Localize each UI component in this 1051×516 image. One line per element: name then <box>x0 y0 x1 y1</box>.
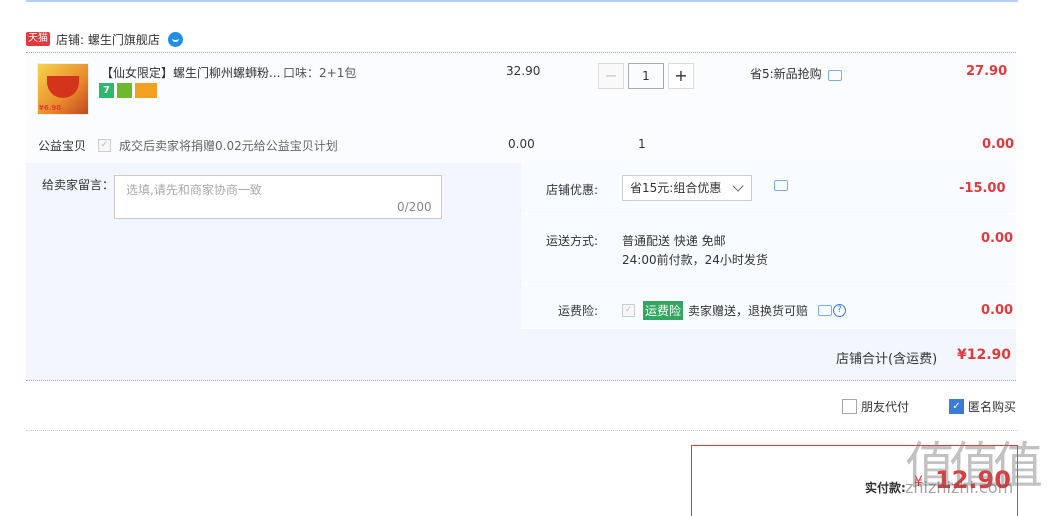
service-badges: 7 <box>99 83 160 98</box>
discount-selected-value: 省15元:组合优惠 <box>630 181 722 195</box>
shipping-method: 普通配送 快递 免邮 <box>622 234 726 248</box>
item-promotion: 省5:新品抢购 <box>750 65 842 82</box>
anonymous-purchase-option[interactable]: ✓ 匿名购买 <box>949 398 1016 415</box>
anonymous-checkbox[interactable]: ✓ <box>949 399 964 414</box>
comment-icon[interactable] <box>774 180 788 191</box>
discount-select[interactable]: 省15元:组合优惠 <box>622 175 752 201</box>
order-table-top-border <box>26 0 1018 2</box>
shop-name[interactable]: 店铺: 螺生门旗舰店 <box>56 31 160 48</box>
thumbnail-price: ¥6.98 <box>39 104 62 112</box>
quantity-input[interactable]: 1 <box>628 63 664 89</box>
insurance-tag: 运费险 <box>643 301 684 320</box>
chevron-down-icon <box>732 180 744 192</box>
shipping-cell <box>521 214 1016 284</box>
charity-text: 成交后卖家将捐赠0.02元给公益宝贝计划 <box>119 139 338 153</box>
comment-icon[interactable] <box>827 70 842 81</box>
guarantee-icon[interactable] <box>117 83 132 98</box>
charity-quantity: 1 <box>638 137 646 151</box>
quantity-increase-button[interactable]: + <box>668 63 694 89</box>
shop-total-label: 店铺合计(含运费) <box>836 352 938 367</box>
watermark-url: zhizhizhi.com <box>905 478 1014 497</box>
anonymous-label: 匿名购买 <box>968 400 1017 414</box>
noodle-bowl-image <box>47 76 79 98</box>
item-subtotal: 27.90 <box>966 64 1008 79</box>
shop-header: 天猫 店铺: 螺生门旗舰店 <box>26 30 183 48</box>
charity-price: 0.00 <box>508 137 535 151</box>
chat-bubble-icon[interactable] <box>167 31 183 47</box>
charity-total: 0.00 <box>982 137 1015 152</box>
payment-label: 实付款: <box>865 481 906 495</box>
insurance-option: ✓ 运费险 卖家赠送，退换货可赔 ? <box>622 301 847 320</box>
product-thumbnail[interactable]: ¥6.98 <box>37 63 89 115</box>
charity-checkbox[interactable]: ✓ <box>98 139 111 152</box>
insurance-label: 运费险: <box>558 304 599 318</box>
shop-total-amount: ¥12.90 <box>957 347 1012 363</box>
quantity-decrease-button[interactable]: − <box>598 63 624 89</box>
shipping-label: 运送方式: <box>546 234 599 248</box>
comment-icon[interactable] <box>818 305 833 316</box>
shipping-note: 24:00前付款，24小时发货 <box>622 253 768 267</box>
insurance-text: 卖家赠送，退换货可赔 <box>688 304 809 318</box>
divider <box>26 430 1018 432</box>
friend-pay-checkbox[interactable] <box>842 399 857 414</box>
help-icon[interactable]: ? <box>833 304 847 317</box>
message-char-count: 0/200 <box>397 200 432 214</box>
tmall-badge: 天猫 <box>26 32 50 46</box>
quantity-stepper: − 1 + <box>598 63 694 89</box>
charity-option: ✓ 成交后卖家将捐赠0.02元给公益宝贝计划 <box>98 137 338 154</box>
message-placeholder: 选填,请先和商家协商一致 <box>126 183 262 197</box>
unit-price: 32.90 <box>506 64 541 78</box>
credit-card-icon[interactable] <box>135 83 157 98</box>
product-sku: 口味：2+1包 <box>283 66 357 80</box>
message-label: 给卖家留言： <box>42 178 115 192</box>
shipping-amount: 0.00 <box>981 231 1014 246</box>
friend-pay-option[interactable]: 朋友代付 <box>842 398 909 415</box>
charity-label: 公益宝贝 <box>38 139 87 153</box>
friend-pay-label: 朋友代付 <box>861 400 910 414</box>
insurance-amount: 0.00 <box>981 303 1014 318</box>
seven-day-return-icon[interactable]: 7 <box>99 83 114 98</box>
discount-amount: -15.00 <box>959 181 1006 196</box>
discount-label: 店铺优惠: <box>546 183 599 197</box>
promotion-text: 省5:新品抢购 <box>750 67 822 81</box>
insurance-checkbox[interactable]: ✓ <box>622 304 635 317</box>
